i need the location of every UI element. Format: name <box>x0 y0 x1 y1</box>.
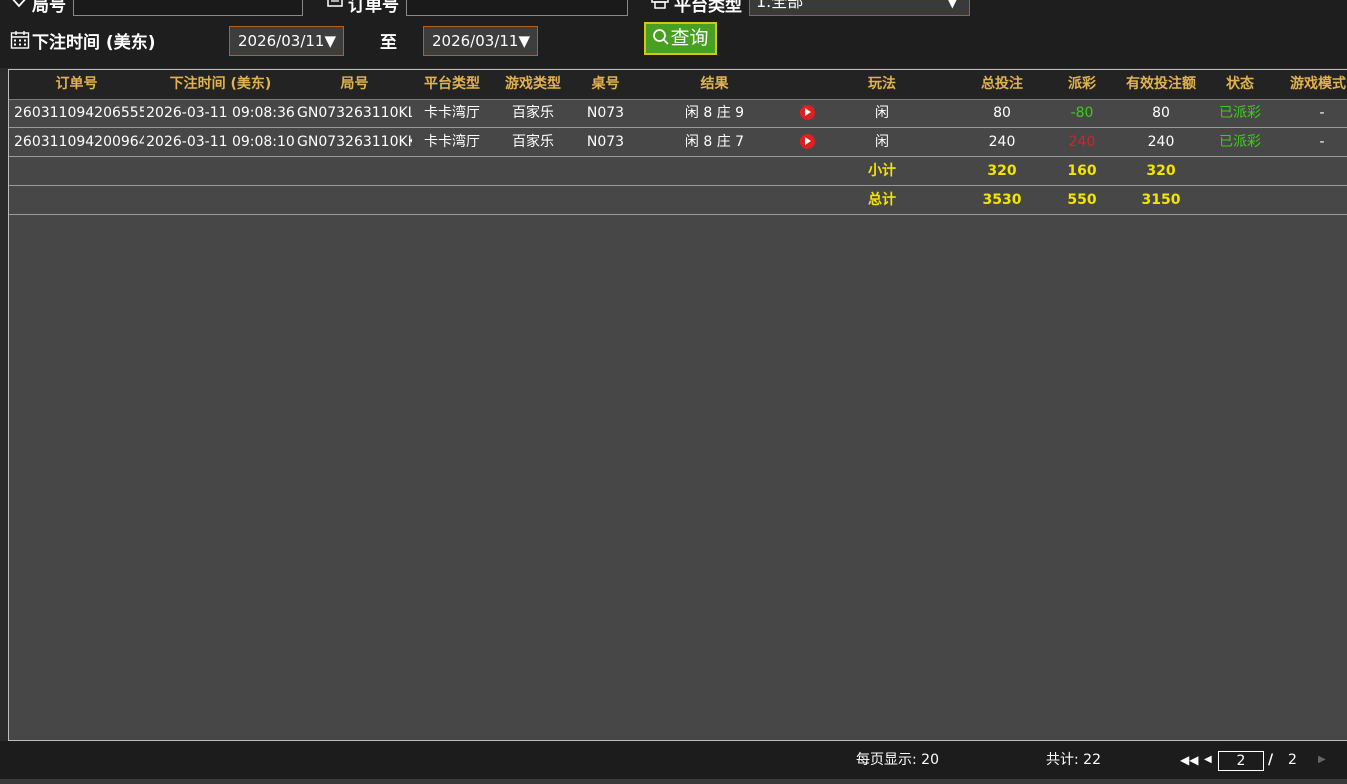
page-input[interactable]: 2 <box>1218 751 1264 771</box>
page-slash: / <box>1268 752 1274 768</box>
time-cell: 2026-03-11 09:08:10 <box>146 134 295 150</box>
col-table-no[interactable]: 桌号 <box>574 70 637 99</box>
platform-cell: 卡卡湾厅 <box>424 134 480 150</box>
play-cell: 闲 <box>875 105 889 121</box>
game-cell: 百家乐 <box>512 134 554 150</box>
platform-label: 平台类型 <box>674 0 742 16</box>
valid-bet-cell: 80 <box>1152 105 1170 121</box>
total-count-text: 共计: 22 <box>1046 752 1101 768</box>
col-round[interactable]: 局号 <box>297 70 412 99</box>
result-cell: 闲 8 庄 9 <box>684 105 745 121</box>
clipboard-icon <box>327 0 343 7</box>
pagination-bar: 每页显示: 20 共计: 22 ◀◀ ◀ 2 / 2 ▶ <box>0 741 1347 779</box>
platform-cell: 卡卡湾厅 <box>424 105 480 121</box>
search-icon <box>653 28 670 45</box>
dropdown-arrow-icon: ▼ <box>947 0 957 10</box>
total-valid: 3150 <box>1141 192 1181 208</box>
round-label: 局号 <box>32 0 66 16</box>
total-pages: 2 <box>1288 752 1297 768</box>
replay-button[interactable] <box>792 128 822 156</box>
status-cell: 已派彩 <box>1219 134 1261 150</box>
result-cell: 闲 8 庄 7 <box>684 134 745 150</box>
subtotal-bet: 320 <box>987 163 1017 179</box>
col-game-mode[interactable]: 游戏模式 <box>1290 70 1347 99</box>
diamond-icon <box>12 0 26 8</box>
col-status[interactable]: 状态 <box>1210 70 1270 99</box>
status-cell: 已派彩 <box>1219 105 1261 121</box>
printer-icon <box>651 0 669 9</box>
time-cell: 2026-03-11 09:08:36 <box>146 105 295 121</box>
query-button[interactable]: 查询 <box>644 22 717 55</box>
platform-select-value: 1.全部 <box>756 0 804 11</box>
col-bet-time[interactable]: 下注时间 (美东) <box>144 70 297 99</box>
col-play[interactable]: 玩法 <box>832 70 932 99</box>
play-icon <box>799 133 815 149</box>
total-label: 总计 <box>868 192 896 208</box>
subtotal-label: 小计 <box>868 163 896 179</box>
total-payout: 550 <box>1067 192 1097 208</box>
round-cell: GN073263110KL <box>297 105 412 121</box>
total-bet: 3530 <box>982 192 1022 208</box>
subtotal-payout: 160 <box>1067 163 1097 179</box>
bet-cell: 80 <box>993 105 1011 121</box>
mode-cell: - <box>1319 105 1325 121</box>
game-cell: 百家乐 <box>512 105 554 121</box>
replay-button[interactable] <box>792 99 822 127</box>
to-label: 至 <box>380 33 397 53</box>
time-label: 下注时间 (美东) <box>32 33 156 53</box>
col-platform[interactable]: 平台类型 <box>412 70 492 99</box>
subtotal-valid: 320 <box>1146 163 1176 179</box>
col-result[interactable]: 结果 <box>637 70 792 99</box>
prev-page-icon[interactable]: ◀ <box>1204 741 1212 779</box>
total-row: 总计 3530 550 3150 <box>9 186 1347 215</box>
date-from-value: 2026/03/11 <box>238 32 325 50</box>
query-button-label: 查询 <box>670 27 709 49</box>
dropdown-arrow-icon: ▼ <box>324 32 337 50</box>
first-page-icon[interactable]: ◀◀ <box>1180 741 1198 779</box>
order-input[interactable] <box>406 0 628 16</box>
table-no-cell: N073 <box>586 105 625 121</box>
round-cell: GN073263110KK <box>297 134 412 150</box>
table-row[interactable]: 260311094200964 2026-03-11 09:08:10 GN07… <box>9 128 1347 157</box>
next-page-icon[interactable]: ▶ <box>1318 741 1326 779</box>
platform-select[interactable]: 1.全部 ▼ <box>749 0 970 16</box>
order-cell: 260311094200964 <box>14 134 144 150</box>
mode-cell: - <box>1319 134 1325 150</box>
play-icon <box>799 104 815 120</box>
col-game-type[interactable]: 游戏类型 <box>492 70 574 99</box>
round-input[interactable] <box>73 0 303 16</box>
per-page-text[interactable]: 每页显示: 20 <box>856 741 939 779</box>
valid-bet-cell: 240 <box>1147 134 1175 150</box>
table-header: 订单号 下注时间 (美东) 局号 平台类型 游戏类型 桌号 结果 玩法 总投注 … <box>9 70 1347 100</box>
filter-bar: 局号 订单号 平台类型 1.全部 ▼ 下注时间 (美东) 2026/03/11▼… <box>0 0 1347 68</box>
play-cell: 闲 <box>875 134 889 150</box>
order-label: 订单号 <box>348 0 399 16</box>
bet-cell: 240 <box>988 134 1016 150</box>
bet-records-table: 订单号 下注时间 (美东) 局号 平台类型 游戏类型 桌号 结果 玩法 总投注 … <box>8 69 1347 741</box>
col-order[interactable]: 订单号 <box>9 70 144 99</box>
payout-cell: -80 <box>1070 105 1094 121</box>
bottom-strip <box>0 779 1347 784</box>
col-valid-bet[interactable]: 有效投注额 <box>1112 70 1210 99</box>
order-cell: 260311094206555 <box>14 105 144 121</box>
subtotal-row: 小计 320 160 320 <box>9 157 1347 186</box>
date-to-value: 2026/03/11 <box>432 32 519 50</box>
dropdown-arrow-icon: ▼ <box>518 32 531 50</box>
date-to-picker[interactable]: 2026/03/11▼ <box>423 26 538 56</box>
col-total-bet[interactable]: 总投注 <box>952 70 1052 99</box>
payout-cell: 240 <box>1068 134 1096 150</box>
table-no-cell: N073 <box>586 134 625 150</box>
col-payout[interactable]: 派彩 <box>1052 70 1112 99</box>
date-from-picker[interactable]: 2026/03/11▼ <box>229 26 344 56</box>
calendar-icon <box>10 31 30 49</box>
table-row[interactable]: 260311094206555 2026-03-11 09:08:36 GN07… <box>9 99 1347 128</box>
